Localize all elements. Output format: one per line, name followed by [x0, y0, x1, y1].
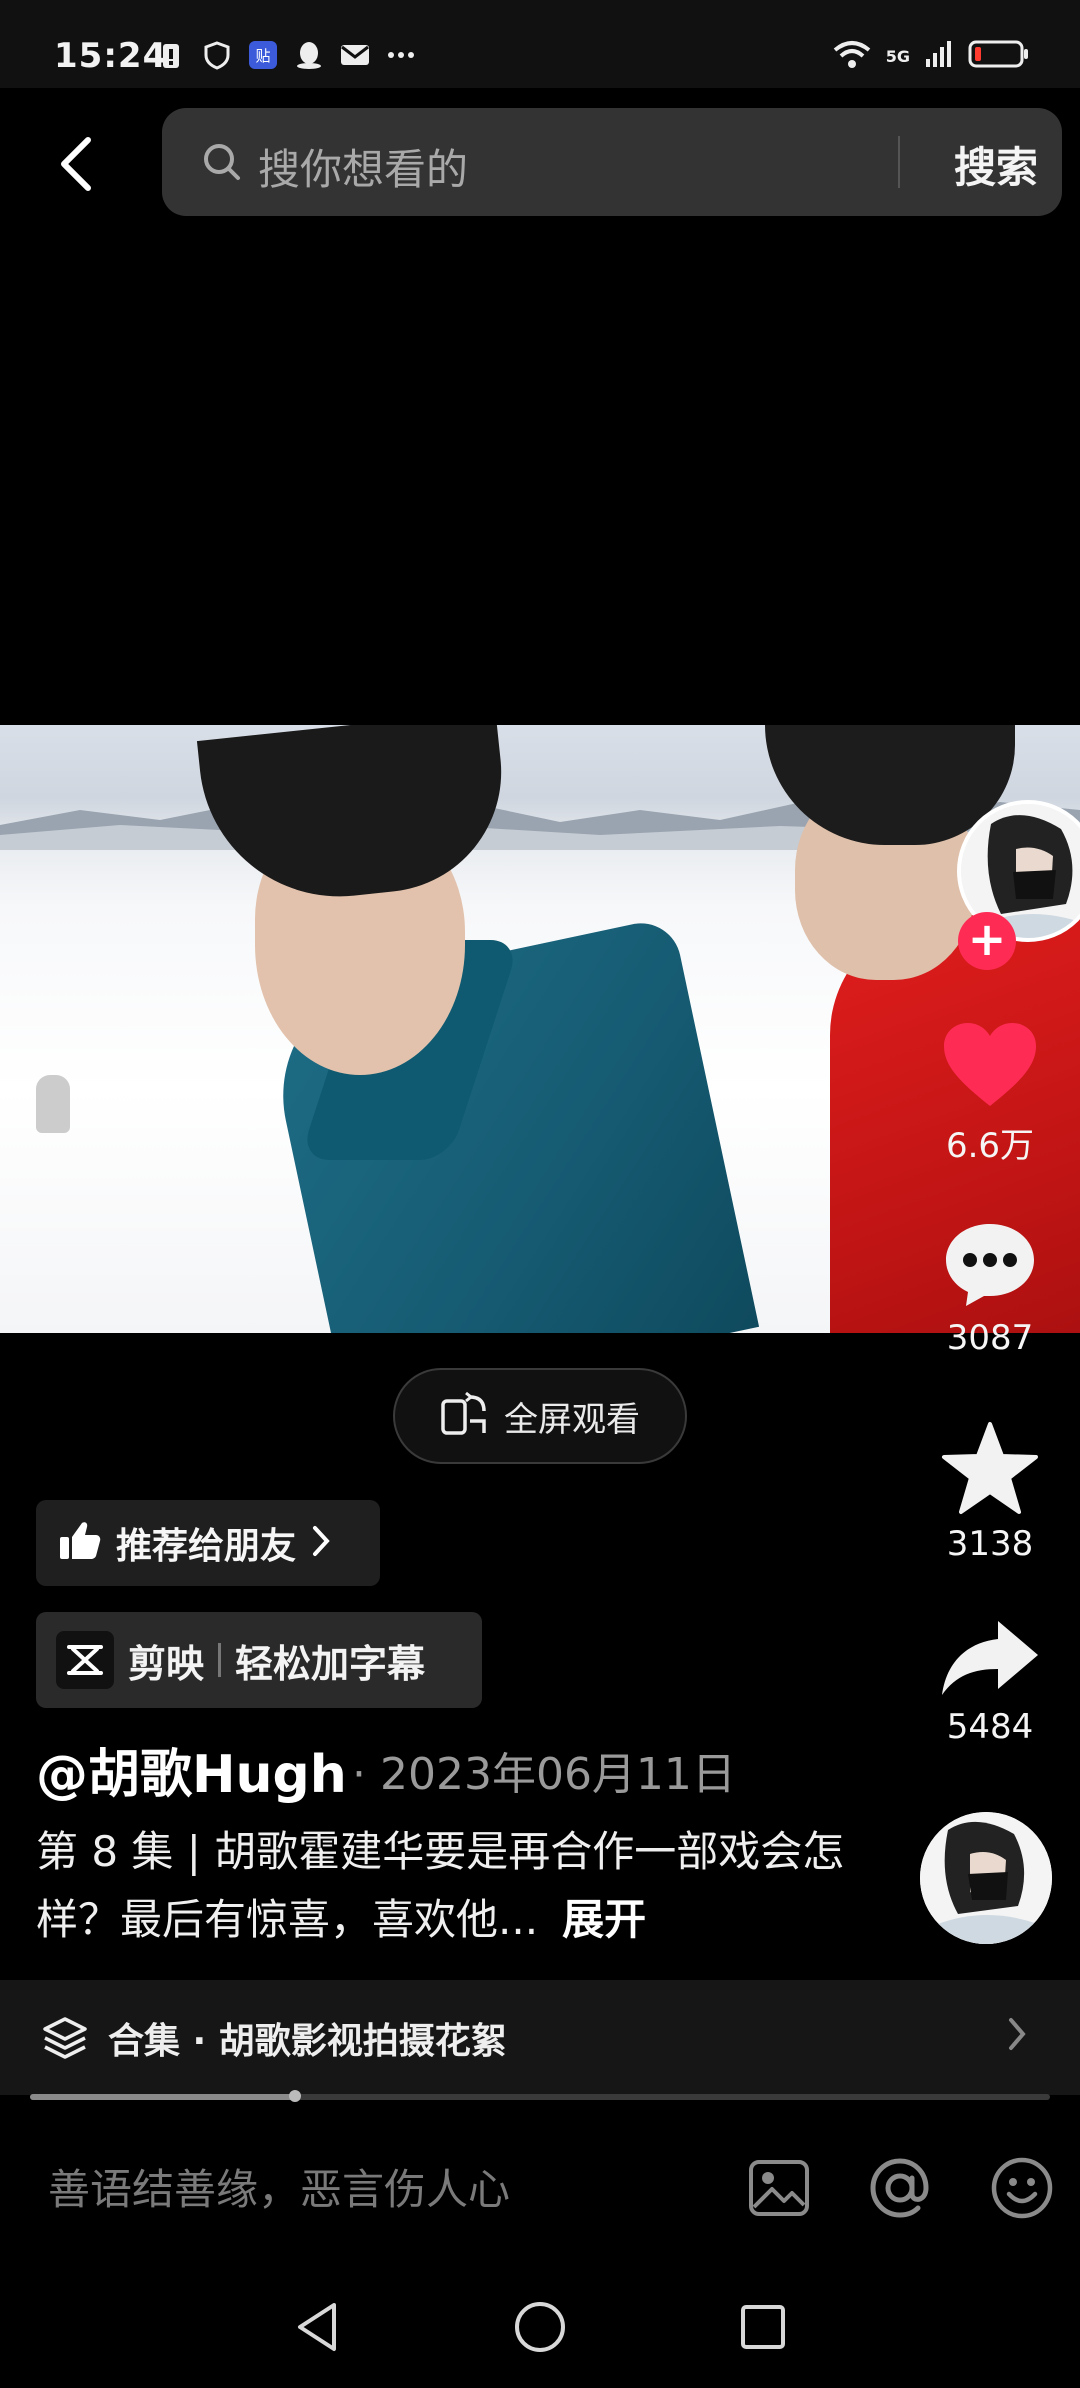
capcut-label: 剪映 — [128, 1641, 205, 1686]
fullscreen-button[interactable]: 全屏观看 — [393, 1368, 687, 1464]
person-left-hair — [196, 725, 514, 911]
expand-button[interactable]: 展开 — [562, 1895, 646, 1944]
collection-label: 合集 · 胡歌影视拍摄花絮 — [108, 2021, 507, 2062]
share-arrow-icon — [938, 1621, 1042, 1703]
back-button[interactable] — [46, 124, 106, 204]
favorite-count: 3138 — [946, 1524, 1034, 1564]
comment-icon — [940, 1224, 1040, 1314]
qq-icon — [294, 40, 324, 70]
author-name[interactable]: @胡歌Hugh — [36, 1732, 347, 1807]
search-input[interactable]: 搜你想看的 搜索 — [162, 108, 1062, 216]
like-count: 6.6万 — [945, 1126, 1035, 1166]
search-divider — [898, 136, 900, 188]
network-type: 5G — [885, 46, 910, 66]
post-date: · 2023年06月11日 — [352, 1749, 736, 1800]
nav-home-icon[interactable] — [512, 2299, 568, 2359]
follow-button[interactable]: + — [958, 912, 1016, 970]
status-notification-icons: 贴 — [156, 40, 416, 70]
capcut-logo-icon — [56, 1631, 114, 1689]
share-action[interactable]: 5484 — [920, 1615, 1060, 1747]
chevron-right-icon — [310, 1524, 332, 1562]
like-action[interactable]: 6.6万 — [920, 1020, 1060, 1167]
mention-icon[interactable] — [868, 2156, 932, 2224]
wifi-icon — [832, 38, 872, 74]
nav-back-icon[interactable] — [292, 2299, 342, 2359]
system-navigation-bar — [0, 2270, 1080, 2388]
comment-action[interactable]: 3087 — [920, 1218, 1060, 1358]
chevron-right-icon — [1006, 2016, 1028, 2056]
tieba-icon: 贴 — [248, 40, 278, 70]
rotate-screen-icon — [440, 1391, 490, 1441]
distant-figure — [36, 1075, 70, 1133]
svg-text:贴: 贴 — [255, 47, 270, 65]
favorite-action[interactable]: 3138 — [920, 1420, 1060, 1564]
recommend-label: 推荐给朋友 — [116, 1526, 297, 1567]
emoji-icon[interactable] — [990, 2156, 1054, 2224]
battery-icon — [968, 39, 1030, 73]
nav-recents-icon[interactable] — [738, 2302, 788, 2356]
video-progress-bar[interactable] — [30, 2090, 1050, 2102]
comment-input-tools — [748, 2156, 1054, 2224]
layers-icon — [42, 2016, 88, 2064]
capcut-anchor[interactable]: 剪映 轻松加字幕 — [36, 1612, 482, 1708]
search-button[interactable]: 搜索 — [954, 134, 1038, 195]
share-count: 5484 — [946, 1707, 1034, 1747]
status-bar: 15:24 贴 5G — [0, 0, 1080, 88]
video-progress-handle[interactable] — [289, 2090, 302, 2102]
avatar-illustration — [920, 1812, 1052, 1944]
signal-icon — [924, 39, 954, 73]
video-progress-fill — [30, 2094, 296, 2100]
more-icon — [386, 40, 416, 70]
collection-bar[interactable]: 合集 · 胡歌影视拍摄花絮 — [0, 1980, 1080, 2095]
mail-icon — [340, 40, 370, 70]
thumbs-up-icon — [58, 1519, 102, 1567]
comment-input[interactable]: 善语结善缘，恶言伤人心 — [48, 2156, 510, 2217]
status-system-icons: 5G — [832, 38, 1030, 74]
shield-icon — [202, 40, 232, 70]
status-time: 15:24 — [54, 36, 168, 76]
star-icon — [940, 1422, 1040, 1520]
video-player[interactable] — [0, 725, 1080, 1333]
image-icon[interactable] — [748, 2159, 810, 2221]
search-icon — [202, 142, 242, 186]
battery-alert-icon — [156, 40, 186, 70]
description-text: 第 8 集 | 胡歌霍建华要是再合作一部戏会怎样？最后有惊喜，喜欢他... — [36, 1827, 845, 1944]
search-placeholder: 搜你想看的 — [258, 145, 469, 194]
comment-count: 3087 — [946, 1318, 1034, 1358]
recommend-to-friends-button[interactable]: 推荐给朋友 — [36, 1500, 380, 1586]
back-arrow-icon — [61, 137, 91, 191]
post-description[interactable]: 第 8 集 | 胡歌霍建华要是再合作一部戏会怎样？最后有惊喜，喜欢他... 展开 — [36, 1818, 856, 1954]
capcut-separator — [218, 1643, 222, 1677]
capcut-subtitle: 轻松加字幕 — [235, 1641, 426, 1686]
fullscreen-label: 全屏观看 — [504, 1399, 640, 1440]
heart-icon — [940, 1023, 1040, 1114]
music-disc-avatar[interactable] — [920, 1812, 1052, 1944]
